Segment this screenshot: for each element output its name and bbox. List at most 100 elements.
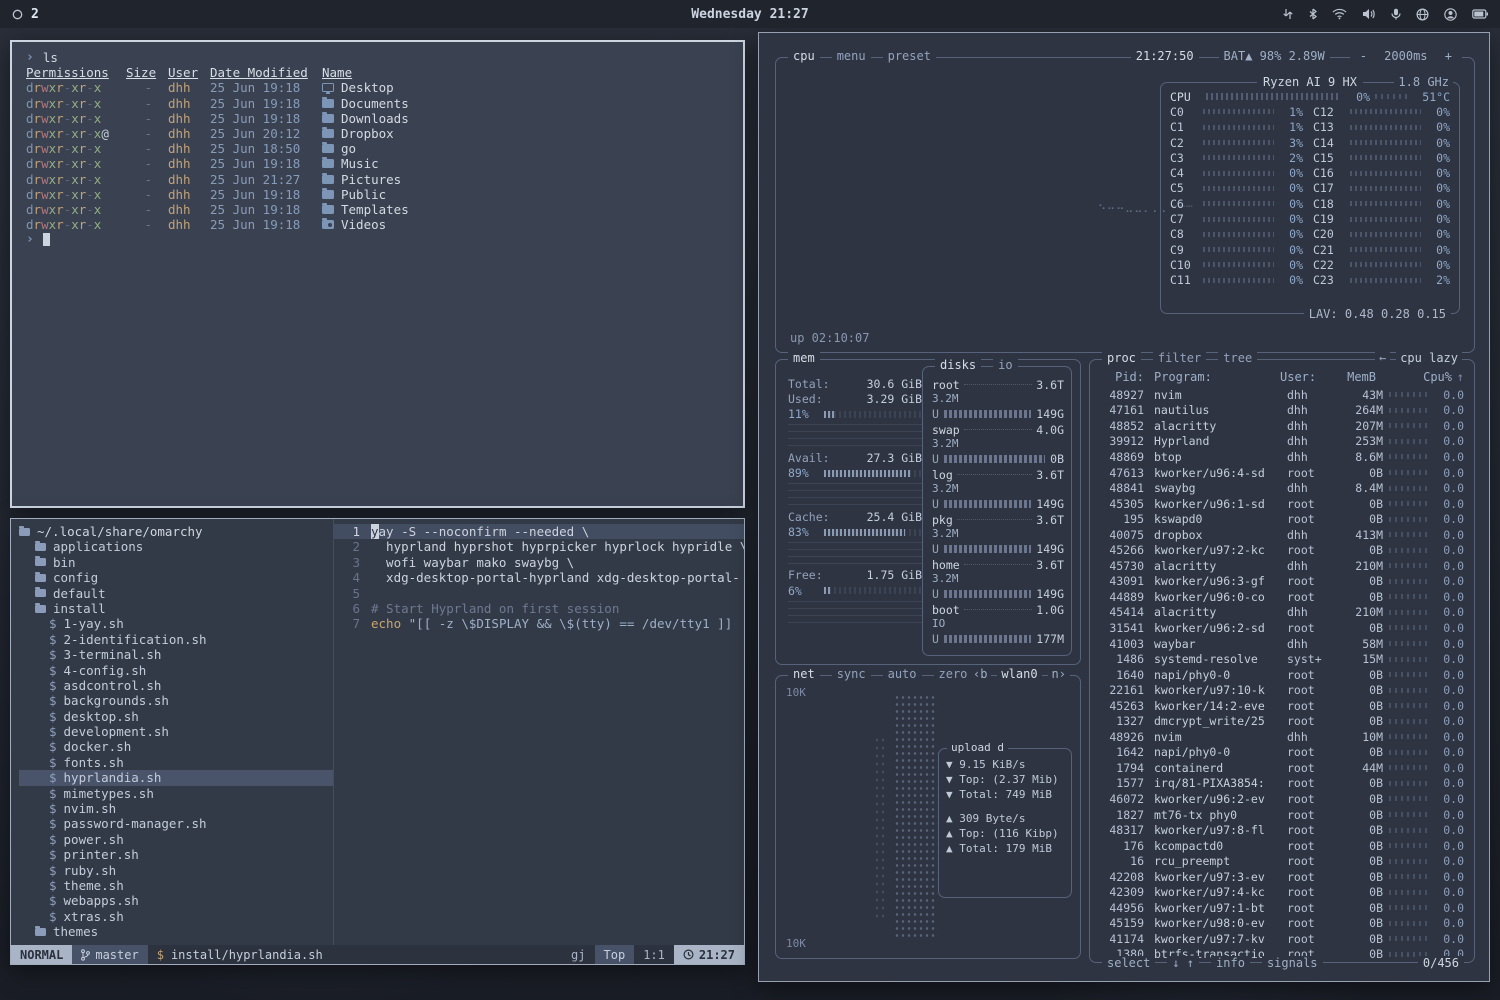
process-row[interactable]: 45159kworker/u98:0-evroot0B0.0 — [1100, 916, 1464, 932]
tree-item-backgrounds-sh[interactable]: $backgrounds.sh — [19, 693, 333, 708]
header-cpu-percent[interactable]: Cpu% — [1420, 370, 1452, 384]
tree-item-bin[interactable]: bin — [19, 555, 333, 570]
sort-prev-button[interactable]: ← — [1375, 351, 1390, 365]
process-row[interactable]: 1794containerdroot44M0.0 — [1100, 760, 1464, 776]
process-row[interactable]: 48841swaybgdhh8.4M0.0 — [1100, 480, 1464, 496]
tree-item-development-sh[interactable]: $development.sh — [19, 724, 333, 739]
code-line[interactable]: 6# Start Hyprland on first session — [334, 601, 744, 616]
process-row[interactable]: 42309kworker/u97:4-kcroot0B0.0 — [1100, 885, 1464, 901]
process-row[interactable]: 1486systemd-resolvesyst+15M0.0 — [1100, 651, 1464, 667]
process-row[interactable]: 22161kworker/u97:10-kroot0B0.0 — [1100, 682, 1464, 698]
tree-item-ruby-sh[interactable]: $ruby.sh — [19, 863, 333, 878]
wifi-icon[interactable] — [1332, 8, 1347, 20]
process-row[interactable]: 39912Hyprlanddhh253M0.0 — [1100, 434, 1464, 450]
tree-item-docker-sh[interactable]: $docker.sh — [19, 739, 333, 754]
tree-item-config[interactable]: config — [19, 570, 333, 585]
code-line[interactable]: 2 hyprland hyprshot hyprpicker hyprlock … — [334, 539, 744, 554]
proc-footer-select[interactable]: select — [1102, 956, 1155, 970]
tree-item-password-manager-sh[interactable]: $password-manager.sh — [19, 816, 333, 831]
interval-plus-button[interactable]: + — [1440, 49, 1457, 63]
process-row[interactable]: 48927nvimdhh43M0.0 — [1100, 387, 1464, 403]
tab-sync[interactable]: sync — [832, 667, 871, 681]
process-row[interactable]: 41003waybardhh58M0.0 — [1100, 636, 1464, 652]
process-row[interactable]: 45266kworker/u97:2-kcroot0B0.0 — [1100, 542, 1464, 558]
volume-icon[interactable] — [1362, 8, 1376, 20]
prompt-line-active[interactable]: › — [26, 232, 729, 247]
tree-item-printer-sh[interactable]: $printer.sh — [19, 847, 333, 862]
process-row[interactable]: 45730alacrittydhh210M0.0 — [1100, 558, 1464, 574]
process-row[interactable]: 16rcu_preemptroot0B0.0 — [1100, 853, 1464, 869]
tab-preset[interactable]: preset — [883, 49, 936, 63]
tree-item-webapps-sh[interactable]: $webapps.sh — [19, 893, 333, 908]
process-row[interactable]: 48926nvimdhh10M0.0 — [1100, 729, 1464, 745]
tree-item-power-sh[interactable]: $power.sh — [19, 832, 333, 847]
proc-footer-item[interactable]: ↓ ↑ — [1167, 956, 1199, 970]
proc-footer-info[interactable]: info — [1211, 956, 1250, 970]
process-row[interactable]: 41174kworker/u97:7-kvroot0B0.0 — [1100, 931, 1464, 947]
process-row[interactable]: 1577irq/81-PIXA3854:root0B0.0 — [1100, 776, 1464, 792]
process-row[interactable]: 48852alacrittydhh207M0.0 — [1100, 418, 1464, 434]
tree-item-1-yay-sh[interactable]: $1-yay.sh — [19, 616, 333, 631]
process-row[interactable]: 46072kworker/u96:2-evroot0B0.0 — [1100, 791, 1464, 807]
process-row[interactable]: 1640napi/phy0-0root0B0.0 — [1100, 667, 1464, 683]
tab-io[interactable]: io — [993, 358, 1017, 372]
tree-item-mimetypes-sh[interactable]: $mimetypes.sh — [19, 786, 333, 801]
tree-root[interactable]: ~/.local/share/omarchy — [19, 524, 333, 539]
tab-mem[interactable]: mem — [788, 351, 820, 365]
process-row[interactable]: 43091kworker/u96:3-gfroot0B0.0 — [1100, 574, 1464, 590]
process-row[interactable]: 45263kworker/14:2-everoot0B0.0 — [1100, 698, 1464, 714]
next-interface-button[interactable]: n› — [1048, 667, 1070, 681]
process-row[interactable]: 44956kworker/u97:1-btroot0B0.0 — [1100, 900, 1464, 916]
tree-item-install[interactable]: install — [19, 601, 333, 616]
process-row[interactable]: 176kcompactd0root0B0.0 — [1100, 838, 1464, 854]
tree-item-themes[interactable]: themes — [19, 924, 333, 939]
process-row[interactable]: 45305kworker/u96:1-sdroot0B0.0 — [1100, 496, 1464, 512]
tab-tree[interactable]: tree — [1218, 351, 1257, 365]
header-proc-user[interactable]: User: — [1280, 370, 1336, 384]
tree-item-3-terminal-sh[interactable]: $3-terminal.sh — [19, 647, 333, 662]
process-row[interactable]: 1327dmcrypt_write/25root0B0.0 — [1100, 713, 1464, 729]
process-row[interactable]: 40075dropboxdhh413M0.0 — [1100, 527, 1464, 543]
code-line[interactable]: 3 wofi waybar mako swaybg \ — [334, 555, 744, 570]
process-row[interactable]: 31541kworker/u96:2-sdroot0B0.0 — [1100, 620, 1464, 636]
process-row[interactable]: 44889kworker/u96:0-coroot0B0.0 — [1100, 589, 1464, 605]
tree-item-nvim-sh[interactable]: $nvim.sh — [19, 801, 333, 816]
code-editor[interactable]: 1yay -S --noconfirm --needed \2 hyprland… — [333, 519, 744, 945]
header-pid[interactable]: Pid: — [1100, 370, 1144, 384]
tab-proc[interactable]: proc — [1102, 351, 1141, 365]
header-memb[interactable]: MemB — [1336, 370, 1376, 384]
mic-icon[interactable] — [1391, 8, 1401, 20]
user-icon[interactable] — [1444, 8, 1457, 21]
bluetooth-icon[interactable] — [1309, 8, 1317, 20]
scroll-up-indicator[interactable]: ↑ — [1452, 370, 1464, 384]
process-row[interactable]: 45414alacrittydhh210M0.0 — [1100, 605, 1464, 621]
workspace-indicator[interactable]: 2 — [12, 7, 39, 22]
process-row[interactable]: 47161nautilusdhh264M0.0 — [1100, 403, 1464, 419]
tree-item-fonts-sh[interactable]: $fonts.sh — [19, 755, 333, 770]
globe-icon[interactable] — [1416, 8, 1429, 21]
process-row[interactable]: 42208kworker/u97:3-evroot0B0.0 — [1100, 869, 1464, 885]
tree-item-2-identification-sh[interactable]: $2-identification.sh — [19, 632, 333, 647]
interval-minus-button[interactable]: - — [1355, 49, 1372, 63]
tree-item-hyprlandia-sh[interactable]: $hyprlandia.sh — [19, 770, 333, 785]
process-row[interactable]: 1642napi/phy0-0root0B0.0 — [1100, 745, 1464, 761]
tab-menu[interactable]: menu — [832, 49, 871, 63]
tab-auto[interactable]: auto — [883, 667, 922, 681]
process-row[interactable]: 47613kworker/u96:4-sdroot0B0.0 — [1100, 465, 1464, 481]
tree-item-4-config-sh[interactable]: $4-config.sh — [19, 663, 333, 678]
tree-item-desktop-sh[interactable]: $desktop.sh — [19, 709, 333, 724]
process-row[interactable]: 48317kworker/u97:8-flroot0B0.0 — [1100, 822, 1464, 838]
tree-item-xtras-sh[interactable]: $xtras.sh — [19, 909, 333, 924]
code-line[interactable]: 5 — [334, 586, 744, 601]
code-line[interactable]: 4 xdg-desktop-portal-hyprland xdg-deskto… — [334, 570, 744, 585]
tab-filter[interactable]: filter — [1153, 351, 1206, 365]
tree-item-default[interactable]: default — [19, 586, 333, 601]
prev-interface-button[interactable]: ‹b — [969, 667, 991, 681]
process-row[interactable]: 195kswapd0root0B0.0 — [1100, 511, 1464, 527]
tree-item-applications[interactable]: applications — [19, 539, 333, 554]
process-row[interactable]: 48869btopdhh8.6M0.0 — [1100, 449, 1464, 465]
sort-column[interactable]: cpu lazy — [1396, 351, 1462, 365]
header-program[interactable]: Program: — [1154, 370, 1280, 384]
battery-icon[interactable] — [1472, 9, 1488, 19]
tab-cpu[interactable]: cpu — [788, 49, 820, 63]
